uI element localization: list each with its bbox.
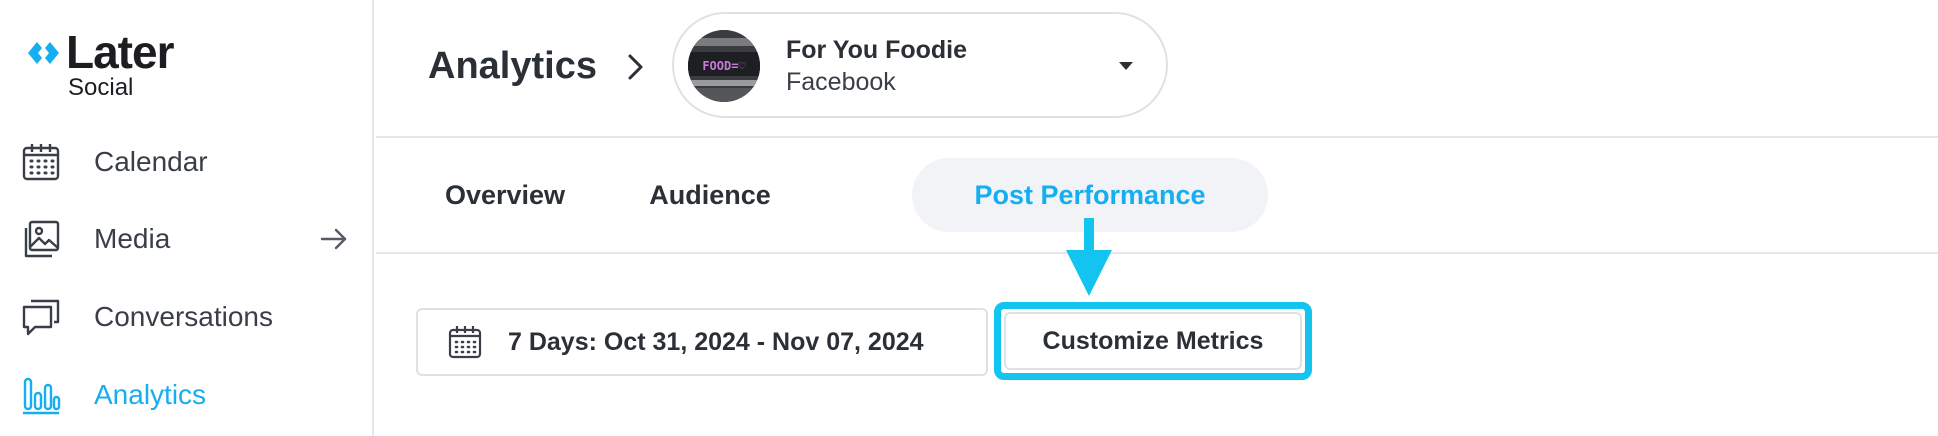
annotation-arrow-icon [1066,218,1112,296]
sidebar: Later Social Calendar Media Conversation… [0,0,374,436]
date-range-picker[interactable]: 7 Days: Oct 31, 2024 - Nov 07, 2024 [416,308,988,376]
account-selector[interactable]: FOOD=♡ For You Foodie Facebook [672,12,1168,118]
chevron-right-icon [628,54,643,80]
sidebar-item-label: Calendar [94,146,208,177]
sidebar-item-label: Media [94,223,171,254]
sidebar-item-label: Analytics [94,379,207,410]
caret-down-icon [1119,62,1133,70]
sidebar-item-calendar[interactable]: Calendar [20,132,350,192]
sidebar-item-label: Conversations [94,301,273,332]
tab-audience[interactable]: Audience [640,158,780,232]
date-range-label: 7 Days: Oct 31, 2024 - Nov 07, 2024 [508,327,924,356]
chat-bubbles-icon [20,296,62,338]
analytics-tabs: Overview Audience Post Performance [376,140,1938,254]
image-icon [20,218,62,260]
calendar-icon [20,141,62,183]
customize-metrics-button[interactable]: Customize Metrics [1004,312,1302,370]
sidebar-item-analytics[interactable]: Analytics [20,365,350,425]
later-logo-mark-icon [28,42,59,64]
avatar-sign-text: FOOD=♡ [702,59,746,73]
page-title: Analytics [428,45,597,87]
calendar-icon [448,326,482,359]
tab-overview[interactable]: Overview [430,158,580,232]
logo-wordmark: Later [66,26,174,78]
bar-chart-icon [20,374,62,416]
page-header: Analytics FOOD=♡ For You Foodie Facebook [376,0,1938,138]
account-platform: Facebook [786,68,896,96]
later-social-logo[interactable]: Later Social [28,26,208,101]
arrow-right-icon[interactable] [318,223,350,255]
logo-product-name: Social [68,74,134,101]
account-avatar: FOOD=♡ [688,30,760,102]
sidebar-item-media[interactable]: Media [20,209,350,269]
account-name: For You Foodie [786,36,968,64]
sidebar-item-conversations[interactable]: Conversations [20,287,350,347]
